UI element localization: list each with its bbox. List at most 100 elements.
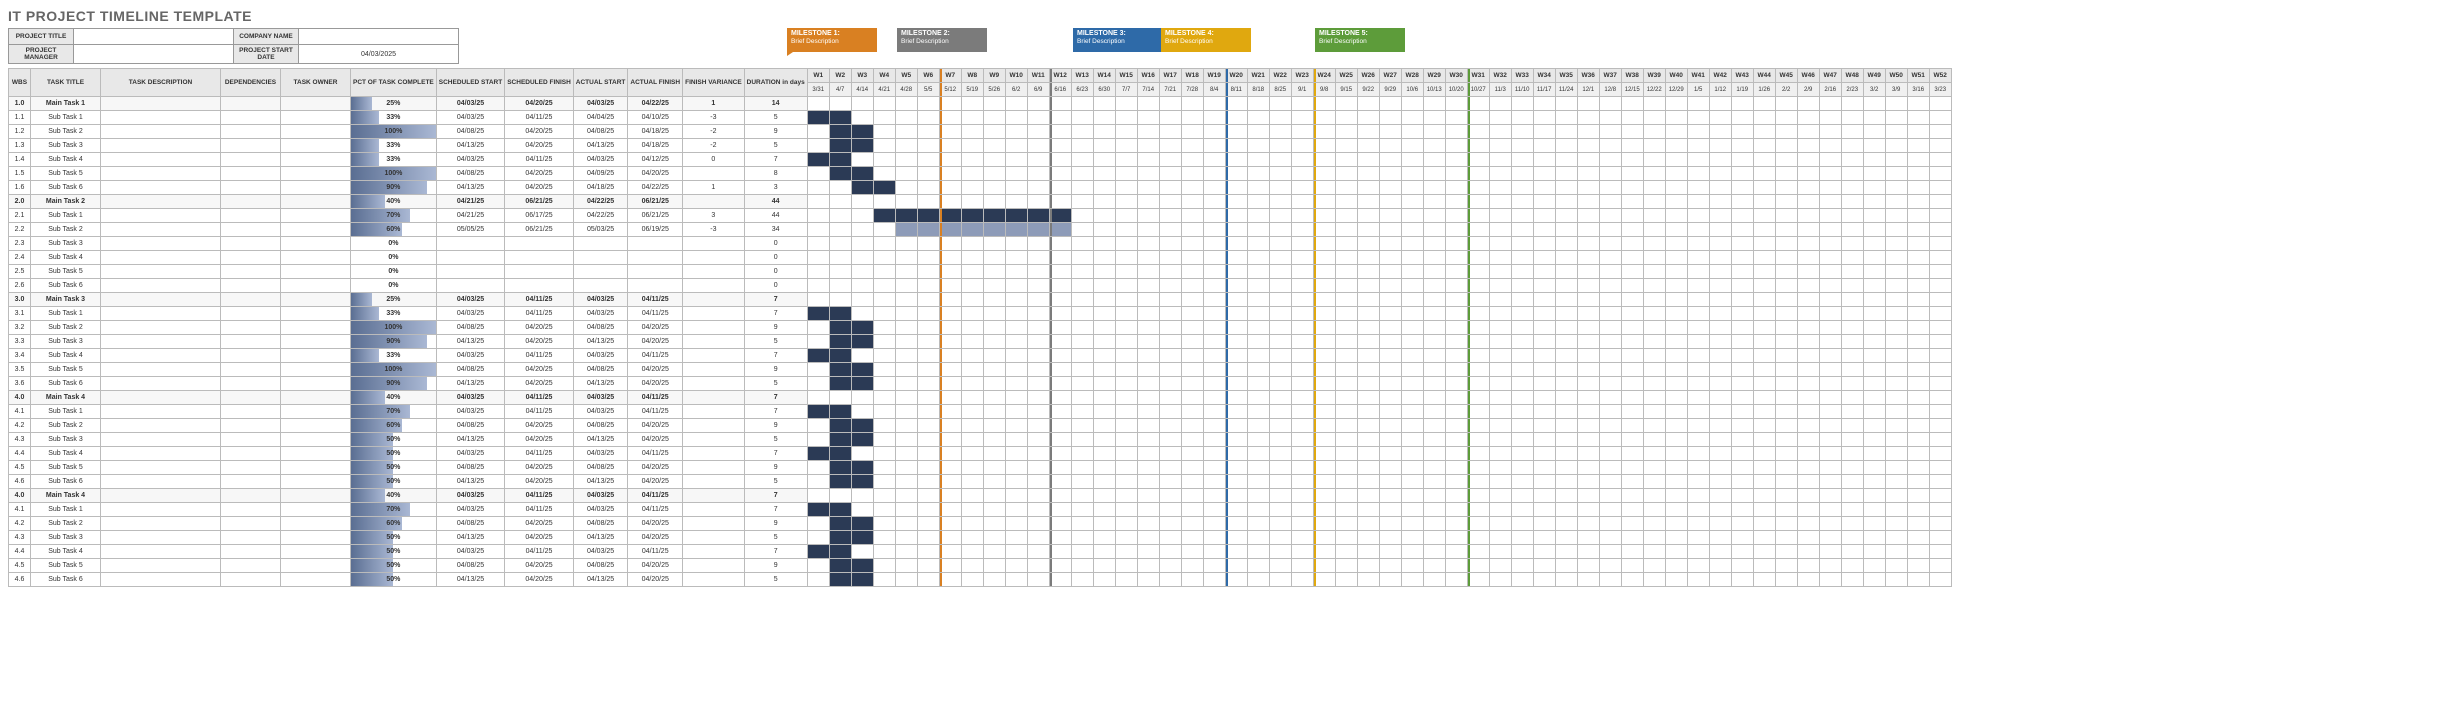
gantt-cell[interactable] (1533, 307, 1555, 321)
gantt-cell[interactable] (1247, 293, 1269, 307)
gantt-cell[interactable] (1687, 573, 1709, 587)
gantt-cell[interactable] (1401, 209, 1423, 223)
gantt-cell[interactable] (1401, 139, 1423, 153)
gantt-cell[interactable] (1863, 573, 1885, 587)
gantt-cell[interactable] (917, 293, 939, 307)
cell-wbs[interactable]: 2.6 (9, 279, 31, 293)
gantt-cell[interactable] (1665, 475, 1687, 489)
gantt-cell[interactable] (1907, 293, 1929, 307)
gantt-cell[interactable] (1665, 181, 1687, 195)
gantt-cell[interactable] (1643, 391, 1665, 405)
gantt-cell[interactable] (1599, 447, 1621, 461)
gantt-cell[interactable] (851, 559, 873, 573)
cell-sched-start[interactable]: 04/08/25 (436, 125, 504, 139)
gantt-cell[interactable] (1709, 503, 1731, 517)
cell-wbs[interactable]: 4.4 (9, 545, 31, 559)
gantt-cell[interactable] (1797, 489, 1819, 503)
gantt-cell[interactable] (1863, 167, 1885, 181)
gantt-cell[interactable] (1643, 307, 1665, 321)
gantt-cell[interactable] (829, 391, 851, 405)
gantt-cell[interactable] (983, 125, 1005, 139)
gantt-cell[interactable] (1753, 321, 1775, 335)
gantt-cell[interactable] (1533, 153, 1555, 167)
gantt-cell[interactable] (1159, 321, 1181, 335)
gantt-cell[interactable] (851, 181, 873, 195)
gantt-cell[interactable] (895, 419, 917, 433)
gantt-cell[interactable] (1599, 461, 1621, 475)
cell-finish-var[interactable]: 3 (683, 209, 745, 223)
gantt-cell[interactable] (1687, 475, 1709, 489)
gantt-cell[interactable] (1401, 111, 1423, 125)
gantt-cell[interactable] (939, 209, 961, 223)
gantt-cell[interactable] (1291, 405, 1313, 419)
gantt-cell[interactable] (983, 517, 1005, 531)
gantt-cell[interactable] (1841, 405, 1863, 419)
gantt-cell[interactable] (1687, 265, 1709, 279)
gantt-cell[interactable] (1929, 153, 1951, 167)
cell-actual-start[interactable]: 04/08/25 (573, 517, 628, 531)
gantt-cell[interactable] (1577, 475, 1599, 489)
gantt-cell[interactable] (807, 461, 829, 475)
gantt-cell[interactable] (1643, 573, 1665, 587)
gantt-cell[interactable] (1137, 391, 1159, 405)
gantt-cell[interactable] (1071, 349, 1093, 363)
gantt-cell[interactable] (1445, 265, 1467, 279)
gantt-cell[interactable] (851, 363, 873, 377)
gantt-cell[interactable] (1005, 461, 1027, 475)
gantt-cell[interactable] (1291, 321, 1313, 335)
cell-finish-var[interactable] (683, 335, 745, 349)
gantt-cell[interactable] (1555, 391, 1577, 405)
gantt-cell[interactable] (1665, 139, 1687, 153)
gantt-cell[interactable] (1841, 223, 1863, 237)
gantt-cell[interactable] (917, 237, 939, 251)
gantt-cell[interactable] (1181, 573, 1203, 587)
gantt-cell[interactable] (1313, 545, 1335, 559)
gantt-cell[interactable] (1269, 209, 1291, 223)
gantt-cell[interactable] (807, 573, 829, 587)
gantt-cell[interactable] (1225, 503, 1247, 517)
gantt-cell[interactable] (873, 573, 895, 587)
cell-pct[interactable]: 40% (351, 391, 437, 405)
gantt-cell[interactable] (1819, 545, 1841, 559)
gantt-cell[interactable] (1819, 307, 1841, 321)
gantt-cell[interactable] (1511, 573, 1533, 587)
gantt-cell[interactable] (1027, 461, 1049, 475)
cell-wbs[interactable]: 3.2 (9, 321, 31, 335)
gantt-cell[interactable] (1445, 139, 1467, 153)
cell-sched-finish[interactable]: 06/17/25 (505, 209, 574, 223)
gantt-cell[interactable] (1819, 293, 1841, 307)
gantt-cell[interactable] (1027, 475, 1049, 489)
gantt-cell[interactable] (1643, 475, 1665, 489)
gantt-cell[interactable] (1467, 279, 1489, 293)
gantt-cell[interactable] (917, 307, 939, 321)
gantt-cell[interactable] (1665, 349, 1687, 363)
gantt-cell[interactable] (1731, 237, 1753, 251)
cell-wbs[interactable]: 3.0 (9, 293, 31, 307)
gantt-cell[interactable] (1313, 209, 1335, 223)
cell-finish-var[interactable] (683, 419, 745, 433)
cell-deps[interactable] (221, 531, 281, 545)
gantt-cell[interactable] (1335, 419, 1357, 433)
cell-task-title[interactable]: Main Task 4 (31, 489, 101, 503)
gantt-cell[interactable] (1775, 139, 1797, 153)
gantt-cell[interactable] (1731, 475, 1753, 489)
task-row[interactable]: 2.4Sub Task 40%0 (9, 251, 1952, 265)
gantt-cell[interactable] (807, 293, 829, 307)
gantt-cell[interactable] (1357, 447, 1379, 461)
gantt-cell[interactable] (1577, 139, 1599, 153)
gantt-cell[interactable] (1159, 405, 1181, 419)
gantt-cell[interactable] (1753, 167, 1775, 181)
gantt-cell[interactable] (1709, 573, 1731, 587)
gantt-cell[interactable] (1489, 181, 1511, 195)
gantt-cell[interactable] (1775, 545, 1797, 559)
gantt-cell[interactable] (1621, 433, 1643, 447)
task-row[interactable]: 2.1Sub Task 170%04/21/2506/17/2504/22/25… (9, 209, 1952, 223)
gantt-cell[interactable] (1445, 377, 1467, 391)
gantt-cell[interactable] (1247, 447, 1269, 461)
gantt-cell[interactable] (1885, 279, 1907, 293)
cell-owner[interactable] (281, 251, 351, 265)
gantt-cell[interactable] (1181, 405, 1203, 419)
gantt-cell[interactable] (1049, 391, 1071, 405)
gantt-cell[interactable] (1049, 447, 1071, 461)
gantt-cell[interactable] (851, 223, 873, 237)
